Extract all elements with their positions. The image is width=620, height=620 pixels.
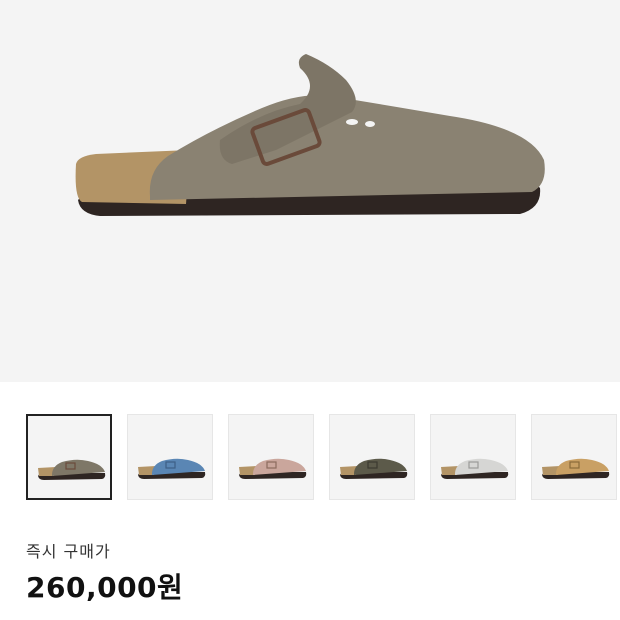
instant-buy-label: 즉시 구매가: [26, 542, 111, 561]
color-thumbnail-list: [26, 414, 620, 502]
instant-buy-price: 260,000원: [26, 571, 184, 604]
clog-thumbnail-pink: [239, 458, 307, 479]
product-main-image: [0, 0, 620, 382]
clog-thumbnail-tan: [542, 458, 610, 479]
thumbnail-blue[interactable]: [127, 414, 213, 500]
thumbnail-olive[interactable]: [329, 414, 415, 500]
clog-shoe-image: [75, 54, 545, 216]
thumbnail-grey[interactable]: [430, 414, 516, 500]
thumbnail-taupe[interactable]: [26, 414, 112, 500]
clog-thumbnail-grey: [441, 458, 509, 479]
clog-thumbnail-olive: [340, 458, 408, 479]
clog-thumbnail-blue: [138, 458, 206, 479]
thumbnail-pink[interactable]: [228, 414, 314, 500]
clog-thumbnail-taupe: [38, 459, 106, 480]
thumbnail-tan[interactable]: [531, 414, 617, 500]
